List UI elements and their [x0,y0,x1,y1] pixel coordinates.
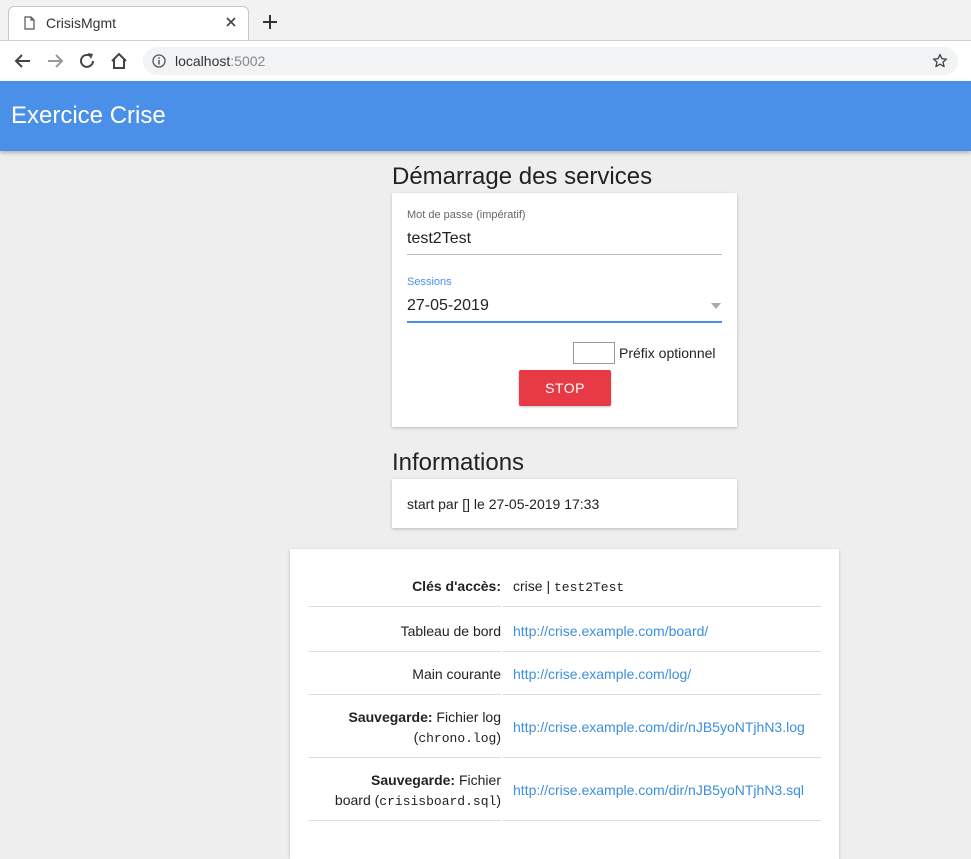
informations-section-title: Informations [392,449,525,476]
dropdown-caret-icon[interactable] [711,303,721,309]
services-section-title: Démarrage des services [392,163,653,190]
forward-icon[interactable] [45,51,65,71]
access-table: Clés d'accès: crise | test2Test Tableau … [290,549,839,859]
browser-toolbar: localhost:5002 [0,40,971,81]
backup-sql-link[interactable]: http://crise.example.com/dir/nJB5yoNTjhN… [513,780,823,800]
address-bar[interactable]: localhost:5002 [143,47,958,75]
sessions-label: Sessions [407,276,452,288]
access-keys-value: crise | test2Test [513,578,625,595]
home-icon[interactable] [109,51,129,71]
log-link[interactable]: http://crise.example.com/log/ [513,664,823,684]
prefix-input[interactable] [573,342,615,364]
password-field[interactable]: test2Test [407,230,471,248]
browser-tabstrip: CrisisMgmt [0,0,971,40]
reload-icon[interactable] [77,51,97,71]
address-url: localhost:5002 [175,53,265,69]
document-icon [24,16,35,30]
board-link[interactable]: http://crise.example.com/board/ [513,621,823,641]
tab-title: CrisisMgmt [46,15,116,31]
close-icon[interactable] [224,15,238,29]
access-keys-label: Clés d'accès: [412,578,501,594]
plus-icon[interactable] [262,14,278,30]
back-icon[interactable] [13,51,33,71]
app-title: Exercice Crise [11,102,166,129]
informations-text: start par [] le 27-05-2019 17:33 [407,496,600,512]
browser-tab[interactable]: CrisisMgmt [8,6,249,40]
password-label: Mot de passe (impératif) [407,209,526,221]
url-host: localhost [175,53,231,69]
board-label: Tableau de bord [400,623,501,639]
app-bar: Exercice Crise [0,81,971,151]
log-label: Main courante [412,666,501,682]
backup-sql-label: Sauvegarde: Fichier board (crisisboard.sq… [334,772,501,809]
stop-button[interactable]: STOP [519,370,611,406]
sessions-underline [407,321,722,323]
url-port: :5002 [230,53,266,69]
star-icon[interactable] [932,53,948,69]
info-icon[interactable] [152,54,166,68]
backup-log-link[interactable]: http://crise.example.com/dir/nJB5yoNTjhN… [513,717,823,737]
sessions-select[interactable]: 27-05-2019 [407,297,489,315]
backup-log-label: Sauvegarde: Fichier log (chrono.log) [348,709,501,746]
password-underline [407,254,722,255]
prefix-label: Préfix optionnel [619,345,716,361]
